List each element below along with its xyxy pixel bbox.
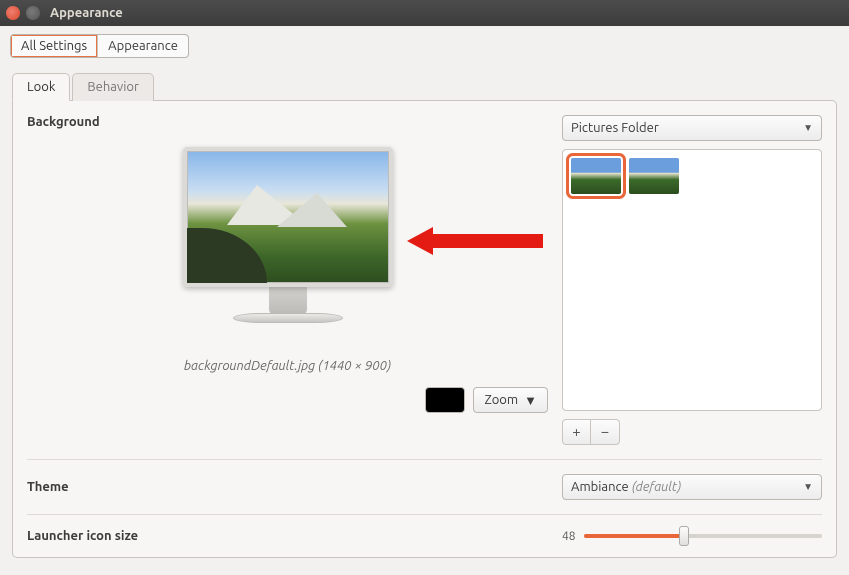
- breadcrumb: All Settings Appearance: [10, 34, 189, 58]
- window-title: Appearance: [50, 6, 123, 20]
- launcher-size-label: Launcher icon size: [27, 529, 562, 543]
- wallpaper-thumb[interactable]: [571, 158, 621, 194]
- tab-behavior[interactable]: Behavior: [72, 73, 154, 101]
- chevron-down-icon: ▼: [524, 393, 537, 408]
- picture-source-dropdown[interactable]: Pictures Folder ▼: [562, 115, 822, 141]
- close-icon[interactable]: [6, 6, 20, 20]
- theme-label: Theme: [27, 480, 562, 494]
- wallpaper-caption: backgroundDefault.jpg (1440 × 900): [184, 359, 391, 373]
- background-color-swatch[interactable]: [425, 387, 465, 413]
- theme-dropdown[interactable]: Ambiance (default) ▼: [562, 474, 822, 500]
- tabstrip: Look Behavior: [12, 72, 837, 100]
- look-panel: Background backgroundDefault.jpg (1440 ×…: [12, 100, 837, 558]
- add-wallpaper-button[interactable]: +: [563, 420, 591, 444]
- zoom-label: Zoom: [484, 393, 518, 407]
- background-label: Background: [27, 115, 548, 129]
- picture-source-value: Pictures Folder: [571, 121, 659, 135]
- launcher-size-slider[interactable]: [584, 534, 822, 538]
- theme-value: Ambiance (default): [571, 480, 681, 494]
- chevron-down-icon: ▼: [803, 481, 813, 493]
- slider-thumb[interactable]: [679, 526, 689, 546]
- arrow-annotation: [407, 221, 547, 261]
- tab-look[interactable]: Look: [12, 73, 70, 101]
- titlebar: Appearance: [0, 0, 849, 26]
- zoom-dropdown[interactable]: Zoom ▼: [473, 387, 548, 413]
- breadcrumb-all-settings[interactable]: All Settings: [11, 35, 98, 57]
- chevron-down-icon: ▼: [803, 122, 813, 134]
- breadcrumb-bar: All Settings Appearance: [0, 26, 849, 64]
- wallpaper-thumb-grid[interactable]: [562, 149, 822, 411]
- thumb-add-remove: + −: [562, 419, 620, 445]
- wallpaper-thumb[interactable]: [629, 158, 679, 194]
- minimize-icon[interactable]: [26, 6, 40, 20]
- breadcrumb-appearance[interactable]: Appearance: [98, 35, 188, 57]
- remove-wallpaper-button[interactable]: −: [591, 420, 619, 444]
- launcher-size-value: 48: [562, 530, 580, 543]
- monitor-screen: [183, 147, 393, 287]
- wallpaper-preview: backgroundDefault.jpg (1440 × 900): [27, 137, 548, 373]
